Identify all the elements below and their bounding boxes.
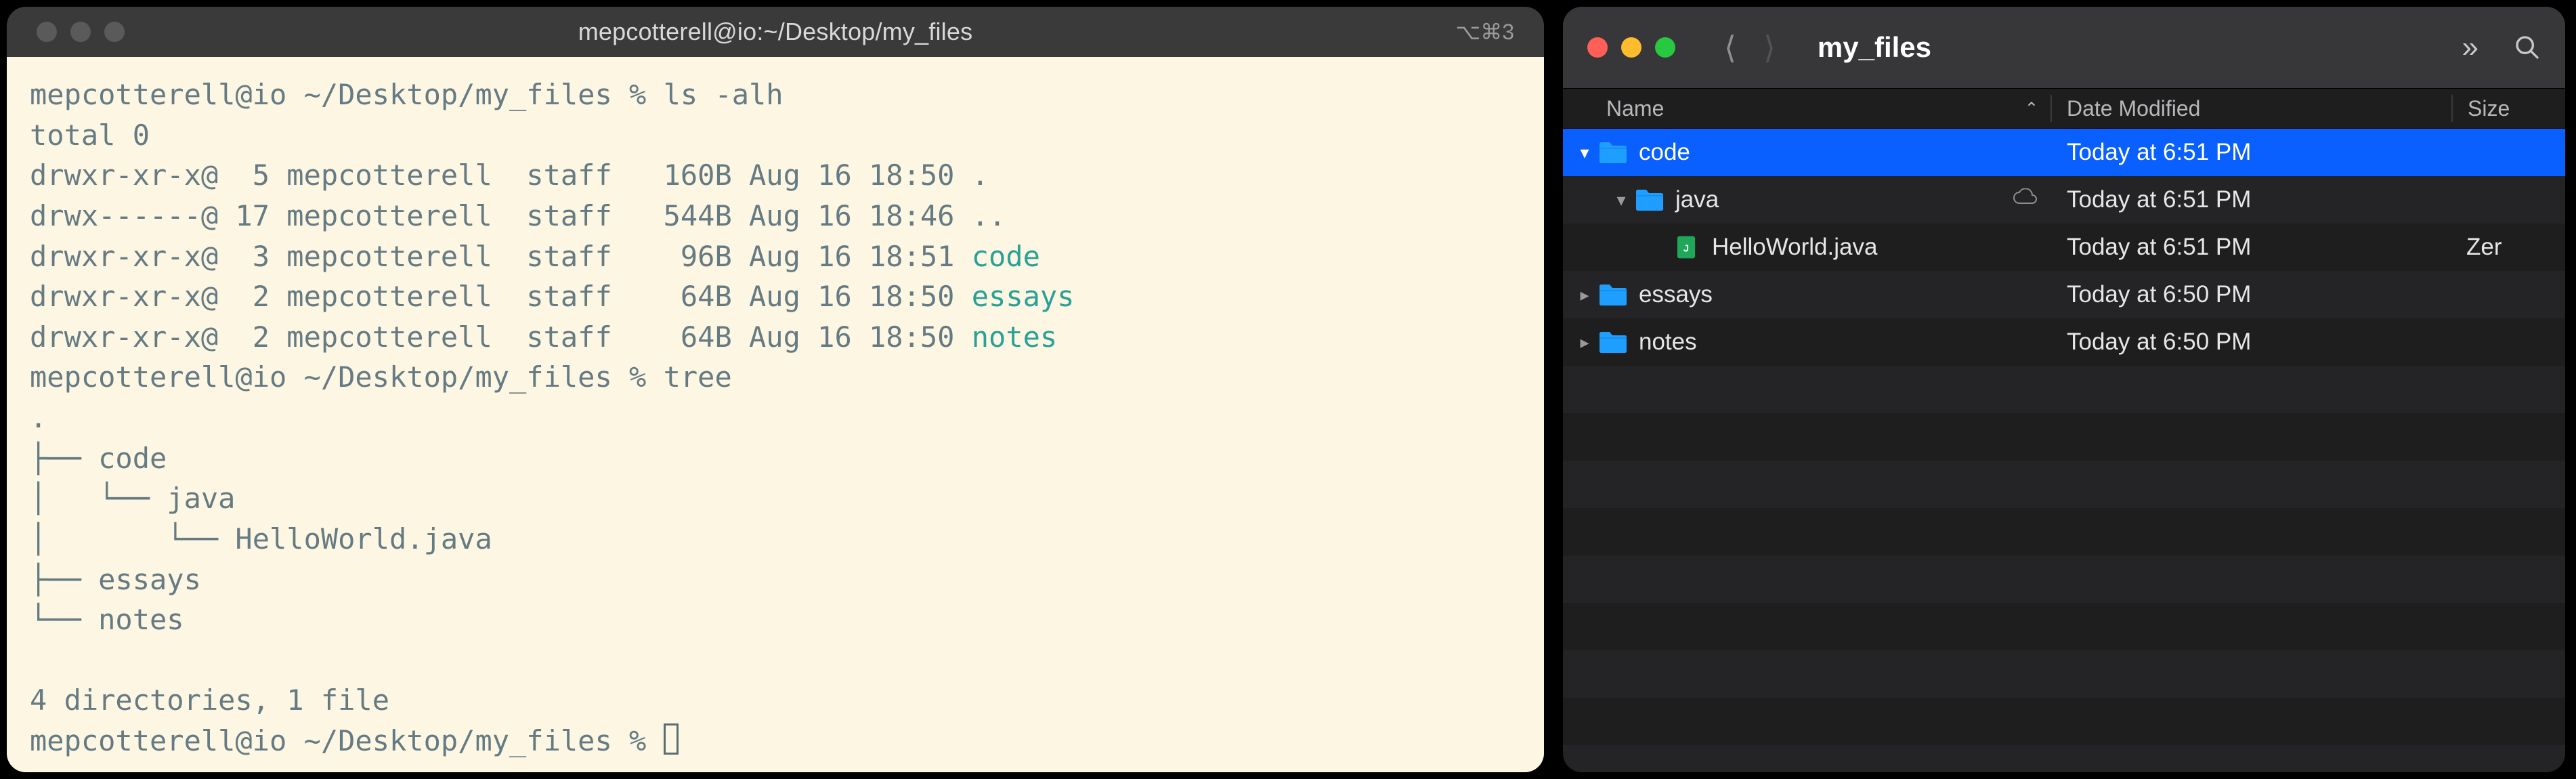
finder-window: ⟨ ⟩ my_files » Name ⌃ Date Modified Size… bbox=[1563, 7, 2565, 772]
finder-toolbar[interactable]: ⟨ ⟩ my_files » bbox=[1563, 7, 2565, 88]
file-name: essays bbox=[1639, 281, 1713, 308]
cloud-icon bbox=[2011, 186, 2038, 213]
forward-button[interactable]: ⟩ bbox=[1763, 29, 1776, 66]
file-size: Zer bbox=[2450, 234, 2565, 261]
disclosure-triangle-icon[interactable]: ▸ bbox=[1575, 285, 1594, 306]
file-row[interactable]: ▾ code Today at 6:51 PM bbox=[1563, 129, 2565, 176]
zoom-button[interactable] bbox=[1655, 37, 1675, 58]
finder-title: my_files bbox=[1818, 31, 1931, 64]
back-button[interactable]: ⟨ bbox=[1724, 29, 1736, 66]
traffic-lights bbox=[1587, 37, 1675, 58]
empty-row bbox=[1563, 508, 2565, 555]
file-name: java bbox=[1675, 186, 1719, 213]
terminal-titlebar[interactable]: mepcotterell@io:~/Desktop/my_files ⌥⌘3 bbox=[7, 7, 1544, 57]
column-size-label: Size bbox=[2468, 96, 2510, 121]
cursor bbox=[664, 723, 679, 755]
tab-shortcut-badge: ⌥⌘3 bbox=[1455, 19, 1514, 45]
file-row[interactable]: ▾ java Today at 6:51 PM bbox=[1563, 176, 2565, 224]
empty-row bbox=[1563, 650, 2565, 698]
terminal-window: mepcotterell@io:~/Desktop/my_files ⌥⌘3 m… bbox=[7, 7, 1544, 772]
terminal-title: mepcotterell@io:~/Desktop/my_files bbox=[7, 18, 1544, 46]
empty-row bbox=[1563, 603, 2565, 650]
empty-row bbox=[1563, 461, 2565, 508]
close-button[interactable] bbox=[1587, 37, 1608, 58]
folder-icon bbox=[1598, 282, 1628, 307]
file-row[interactable]: J HelloWorld.java Today at 6:51 PMZer bbox=[1563, 224, 2565, 271]
file-date: Today at 6:51 PM bbox=[2051, 186, 2450, 213]
file-name: notes bbox=[1639, 329, 1697, 356]
file-date: Today at 6:51 PM bbox=[2051, 234, 2450, 261]
column-size[interactable]: Size bbox=[2453, 96, 2565, 121]
empty-row bbox=[1563, 366, 2565, 413]
file-date: Today at 6:51 PM bbox=[2051, 139, 2450, 166]
empty-row bbox=[1563, 745, 2565, 772]
column-name[interactable]: Name ⌃ bbox=[1563, 96, 2051, 121]
folder-icon bbox=[1598, 140, 1628, 165]
disclosure-triangle-icon[interactable]: ▾ bbox=[1575, 142, 1594, 163]
column-name-label: Name bbox=[1606, 96, 1664, 121]
file-row[interactable]: ▸ notes Today at 6:50 PM bbox=[1563, 318, 2565, 366]
empty-row bbox=[1563, 555, 2565, 603]
empty-row bbox=[1563, 413, 2565, 461]
column-date[interactable]: Date Modified bbox=[2052, 96, 2451, 121]
columns-header: Name ⌃ Date Modified Size bbox=[1563, 88, 2565, 129]
file-name: HelloWorld.java bbox=[1712, 234, 1877, 261]
empty-row bbox=[1563, 698, 2565, 745]
overflow-button[interactable]: » bbox=[2462, 30, 2473, 64]
minimize-button[interactable] bbox=[1621, 37, 1641, 58]
disclosure-triangle-icon[interactable]: ▾ bbox=[1612, 190, 1631, 211]
file-row[interactable]: ▸ essays Today at 6:50 PM bbox=[1563, 271, 2565, 318]
svg-text:J: J bbox=[1683, 244, 1689, 255]
file-list: ▾ code Today at 6:51 PM ▾ java Today at 6:51 … bbox=[1563, 129, 2565, 772]
folder-icon bbox=[1598, 330, 1628, 354]
file-date: Today at 6:50 PM bbox=[2051, 281, 2450, 308]
search-button[interactable] bbox=[2514, 34, 2541, 61]
folder-icon bbox=[1635, 188, 1665, 212]
file-name: code bbox=[1639, 139, 1690, 166]
disclosure-triangle-icon[interactable]: ▸ bbox=[1575, 332, 1594, 353]
nav-arrows: ⟨ ⟩ bbox=[1724, 29, 1776, 66]
search-icon bbox=[2514, 34, 2541, 61]
column-date-label: Date Modified bbox=[2067, 96, 2200, 121]
sort-indicator-icon: ⌃ bbox=[2025, 99, 2038, 119]
java-file-icon: J bbox=[1671, 235, 1701, 259]
terminal-output[interactable]: mepcotterell@io ~/Desktop/my_files % ls … bbox=[7, 57, 1544, 772]
file-date: Today at 6:50 PM bbox=[2051, 329, 2450, 356]
